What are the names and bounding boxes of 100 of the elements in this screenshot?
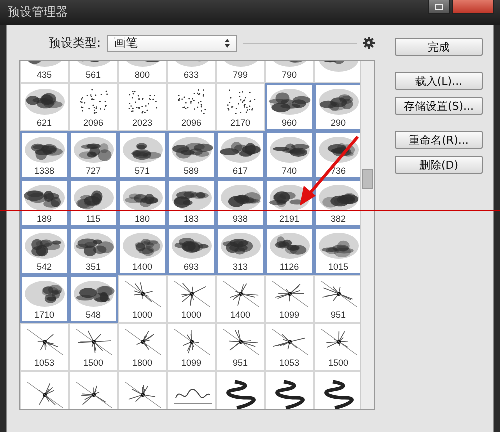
brush-thumbnail xyxy=(172,184,212,210)
brush-size-label: 2191 xyxy=(279,214,300,224)
brush-preset[interactable]: 1800 xyxy=(118,323,167,371)
brush-thumbnail xyxy=(173,328,210,355)
brush-size-label: 183 xyxy=(184,214,200,224)
brush-preset[interactable] xyxy=(314,371,360,409)
brush-size-label: 2096 xyxy=(181,118,202,128)
updown-caret-icon xyxy=(225,38,230,48)
brush-size-label: 736 xyxy=(330,166,346,176)
brush-preset[interactable]: 799 xyxy=(216,61,265,83)
brush-preset[interactable]: 435 xyxy=(20,61,69,83)
brush-preset[interactable]: 290 xyxy=(314,83,360,131)
brush-size-label: 542 xyxy=(36,262,52,272)
brush-preset[interactable] xyxy=(216,371,265,409)
brush-preset[interactable]: 313 xyxy=(216,227,265,275)
brush-thumbnail xyxy=(268,88,310,114)
brush-preset[interactable]: 1338 xyxy=(20,131,69,179)
brush-thumbnail xyxy=(24,88,64,114)
brush-thumbnail xyxy=(74,136,114,162)
brush-preset[interactable]: 1710 xyxy=(20,275,69,323)
brush-preset[interactable] xyxy=(118,371,167,409)
brush-preset[interactable]: 2023 xyxy=(118,83,167,131)
brush-thumbnail xyxy=(226,89,256,114)
brush-thumbnail xyxy=(124,280,161,307)
brush-thumbnail xyxy=(24,184,64,210)
brush-preset[interactable]: 621 xyxy=(20,83,69,131)
brush-preset[interactable]: 1053 xyxy=(265,323,314,371)
scrollbar[interactable] xyxy=(360,61,374,409)
brush-size-label: 727 xyxy=(86,166,102,176)
brush-thumbnail xyxy=(226,380,256,409)
brush-preset[interactable]: 693 xyxy=(167,227,216,275)
brush-preset[interactable]: 951 xyxy=(314,275,360,323)
brush-preset[interactable]: 1400 xyxy=(118,227,167,275)
brush-size-label: 951 xyxy=(330,310,346,320)
brush-preset[interactable]: 736 xyxy=(314,131,360,179)
brush-preset[interactable]: 1053 xyxy=(20,323,69,371)
brush-preset[interactable]: 1400 xyxy=(216,275,265,323)
brush-thumbnail xyxy=(222,328,259,355)
brush-size-label: 571 xyxy=(134,166,150,176)
dialog-button[interactable]: 载入(L)... xyxy=(395,72,483,90)
preset-type-label: 预设类型: xyxy=(49,34,102,52)
brush-preset[interactable]: 561 xyxy=(69,61,118,83)
brush-thumbnail xyxy=(271,280,308,307)
brush-thumbnail xyxy=(74,184,114,210)
brush-size-label: 1000 xyxy=(132,310,153,320)
dialog-button[interactable]: 重命名(R)... xyxy=(395,131,483,149)
brush-preset[interactable]: 589 xyxy=(167,131,216,179)
brush-preset[interactable]: 1099 xyxy=(167,323,216,371)
window-title: 预设管理器 xyxy=(8,4,68,21)
brush-preset[interactable]: 800 xyxy=(118,61,167,83)
brush-preset[interactable]: 1000 xyxy=(118,275,167,323)
brush-preset[interactable]: 2191 xyxy=(265,179,314,227)
brush-preset[interactable]: 960 xyxy=(265,83,314,131)
brush-thumbnail xyxy=(122,136,162,162)
brush-preset[interactable]: 951 xyxy=(216,323,265,371)
brush-preset[interactable]: 617 xyxy=(216,131,265,179)
brush-preset[interactable]: 351 xyxy=(69,227,118,275)
brush-preset[interactable]: 183 xyxy=(167,179,216,227)
close-button[interactable] xyxy=(452,0,494,14)
brush-preset[interactable]: 938 xyxy=(216,179,265,227)
brush-thumbnail xyxy=(320,328,357,355)
brush-preset[interactable]: 180 xyxy=(118,179,167,227)
brush-preset[interactable]: 1000 xyxy=(167,275,216,323)
brush-thumbnail xyxy=(318,184,358,210)
brush-size-label: 1126 xyxy=(280,262,300,272)
brush-preset[interactable]: 115 xyxy=(69,179,118,227)
brush-preset[interactable]: 740 xyxy=(265,131,314,179)
brush-preset[interactable]: 2170 xyxy=(216,83,265,131)
brush-thumbnail xyxy=(24,232,64,258)
brush-preset[interactable] xyxy=(265,371,314,409)
brush-preset[interactable]: 790 xyxy=(265,61,314,83)
maximize-button[interactable] xyxy=(428,0,450,14)
brush-preset[interactable]: 2096 xyxy=(167,83,216,131)
settings-icon[interactable] xyxy=(363,37,375,49)
brush-thumbnail xyxy=(74,280,114,306)
brush-preset[interactable]: 1126 xyxy=(265,227,314,275)
brush-size-label: 1338 xyxy=(34,166,55,176)
brush-preset[interactable]: 571 xyxy=(118,131,167,179)
brush-preset[interactable]: 2096 xyxy=(69,83,118,131)
brush-size-label: 617 xyxy=(232,166,248,176)
brush-preset[interactable]: 633 xyxy=(167,61,216,83)
brush-thumbnail xyxy=(173,389,212,404)
brush-size-label: 435 xyxy=(36,70,52,80)
preset-type-dropdown[interactable]: 画笔 xyxy=(107,34,238,52)
brush-preset[interactable]: 1500 xyxy=(314,323,360,371)
brush-preset[interactable] xyxy=(69,371,118,409)
brush-size-label: 1500 xyxy=(328,358,349,368)
brush-preset[interactable]: 1099 xyxy=(265,275,314,323)
brush-preset[interactable]: 542 xyxy=(20,227,69,275)
brush-preset[interactable]: 727 xyxy=(69,131,118,179)
brush-preset[interactable]: 189 xyxy=(20,179,69,227)
brush-preset[interactable]: 1015 xyxy=(314,227,360,275)
dialog-button[interactable]: 完成 xyxy=(395,38,483,56)
brush-preset[interactable]: 548 xyxy=(69,275,118,323)
brush-preset[interactable]: 1500 xyxy=(69,323,118,371)
brush-thumbnail xyxy=(220,136,260,162)
dialog-button[interactable]: 存储设置(S)... xyxy=(395,97,483,115)
brush-thumbnail xyxy=(270,136,310,162)
dialog-button[interactable]: 删除(D) xyxy=(395,156,483,174)
brush-preset[interactable]: 382 xyxy=(314,179,360,227)
